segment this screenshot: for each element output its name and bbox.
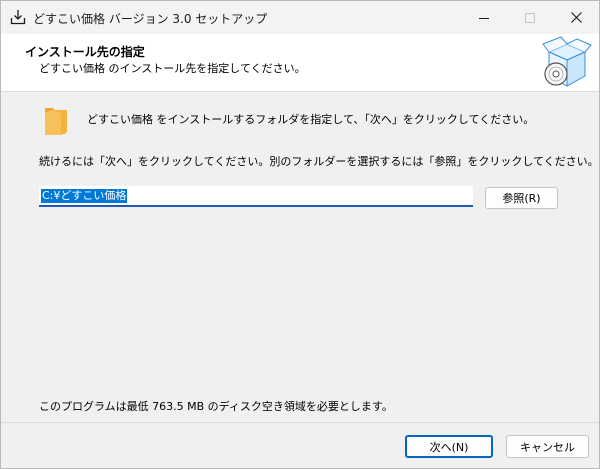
header-panel: インストール先の指定 どすこい価格 のインストール先を指定してください。: [1, 34, 599, 92]
footer-divider: [1, 422, 599, 423]
maximize-button[interactable]: [507, 1, 553, 34]
install-path-input[interactable]: C:¥どすこい価格: [39, 186, 473, 207]
disk-space-requirement: このプログラムは最低 763.5 MB のディスク空き領域を必要とします。: [39, 400, 393, 413]
install-instructions: どすこい価格 をインストールするフォルダを指定して、「次へ」をクリックしてくださ…: [87, 113, 535, 126]
folder-icon: [45, 108, 67, 135]
next-button[interactable]: 次へ(N): [405, 435, 493, 458]
maximize-icon: [525, 12, 535, 23]
installer-box-cd-icon: [542, 36, 592, 87]
window-title: どすこい価格 バージョン 3.0 セットアップ: [33, 12, 268, 26]
close-icon: [570, 12, 582, 23]
page-subtitle: どすこい価格 のインストール先を指定してください。: [39, 62, 306, 75]
install-path-value: C:¥どすこい価格: [41, 189, 128, 203]
continue-instructions: 続けるには「次へ」をクリックしてください。別のフォルダーを選択するには「参照」を…: [39, 155, 599, 168]
page-title: インストール先の指定: [25, 45, 145, 59]
setup-window: どすこい価格 バージョン 3.0 セットアップ インストール先の指定 どすこい価…: [0, 0, 600, 469]
cancel-button[interactable]: キャンセル: [506, 435, 589, 458]
title-bar[interactable]: どすこい価格 バージョン 3.0 セットアップ: [1, 1, 599, 35]
close-button[interactable]: [553, 1, 599, 34]
minimize-button[interactable]: [461, 1, 507, 34]
minimize-icon: [479, 17, 489, 19]
installer-app-icon: [10, 10, 26, 25]
browse-button[interactable]: 参照(R): [485, 187, 558, 209]
